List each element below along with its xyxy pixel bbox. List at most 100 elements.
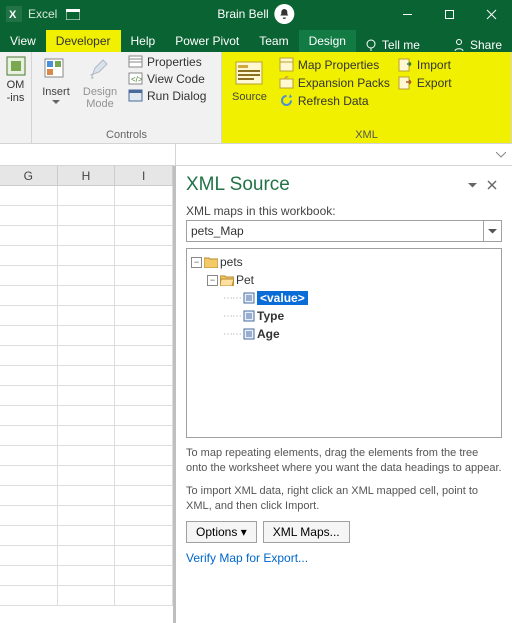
maximize-button[interactable] (428, 0, 470, 28)
tab-power-pivot[interactable]: Power Pivot (165, 30, 249, 52)
grid-row[interactable] (0, 566, 173, 586)
grid-row[interactable] (0, 426, 173, 446)
svg-text:X: X (9, 9, 17, 21)
collapse-icon[interactable]: − (191, 257, 202, 268)
titlebar: X Excel Brain Bell (0, 0, 512, 28)
ribbon-display-options-icon[interactable] (57, 9, 89, 20)
share-button[interactable]: Share (442, 38, 512, 52)
tab-view[interactable]: View (0, 30, 46, 52)
svg-text:</>: </> (131, 75, 143, 84)
grid-row[interactable] (0, 266, 173, 286)
maps-combobox[interactable]: pets_Map (186, 220, 502, 242)
element-icon (243, 310, 255, 322)
map-properties-button[interactable]: Map Properties (279, 57, 390, 72)
notification-bell-icon[interactable] (275, 4, 295, 24)
tell-me[interactable]: Tell me (364, 38, 420, 52)
properties-label: Properties (147, 55, 202, 69)
grid-row[interactable] (0, 226, 173, 246)
grid-row[interactable] (0, 346, 173, 366)
grid-row[interactable] (0, 486, 173, 506)
tree-connector: ⋯⋯ (223, 293, 241, 304)
grid-row[interactable] (0, 586, 173, 606)
grid-row[interactable] (0, 326, 173, 346)
collapse-icon[interactable]: − (207, 275, 218, 286)
maps-label: XML maps in this workbook: (186, 204, 502, 218)
design-mode-button[interactable]: Design Mode (76, 54, 124, 112)
formula-expand-icon[interactable] (494, 152, 508, 158)
refresh-data-label: Refresh Data (298, 94, 369, 108)
tree-node-value[interactable]: ⋯⋯ <value> (191, 289, 497, 307)
grid-row[interactable] (0, 206, 173, 226)
verify-map-link[interactable]: Verify Map for Export... (186, 551, 502, 565)
insert-label: Insert (42, 86, 70, 98)
view-code-label: View Code (147, 72, 205, 86)
view-code-button[interactable]: </> View Code (128, 71, 206, 86)
tree-node-age[interactable]: ⋯⋯ Age (191, 325, 497, 343)
source-icon (234, 59, 264, 89)
export-label: Export (417, 76, 452, 90)
view-code-icon: </> (128, 71, 143, 86)
xml-tree[interactable]: − pets − Pet ⋯⋯ <value> ⋯⋯ Type ⋯⋯ (186, 248, 502, 438)
properties-button[interactable]: Properties (128, 54, 206, 69)
element-icon (243, 292, 255, 304)
tree-node-type[interactable]: ⋯⋯ Type (191, 307, 497, 325)
minimize-button[interactable] (386, 0, 428, 28)
share-icon (452, 38, 466, 52)
grid-row[interactable] (0, 446, 173, 466)
import-button[interactable]: Import (398, 57, 452, 72)
map-properties-label: Map Properties (298, 58, 379, 72)
insert-icon (42, 56, 70, 84)
grid-row[interactable] (0, 386, 173, 406)
grid-row[interactable] (0, 286, 173, 306)
grid-row[interactable] (0, 466, 173, 486)
tree-label-value: <value> (257, 291, 308, 305)
grid-row[interactable] (0, 546, 173, 566)
pane-dropdown-icon[interactable] (462, 175, 482, 195)
grid-row[interactable] (0, 406, 173, 426)
export-icon (398, 75, 413, 90)
source-button[interactable]: Source (228, 57, 271, 108)
share-label: Share (470, 38, 502, 52)
xml-maps-button[interactable]: XML Maps... (263, 521, 350, 543)
properties-icon (128, 54, 143, 69)
grid-row[interactable] (0, 506, 173, 526)
ribbon-tabs: View Developer Help Power Pivot Team Des… (0, 28, 512, 52)
grid-row[interactable] (0, 526, 173, 546)
addins-icon[interactable] (4, 54, 28, 78)
formula-input[interactable] (176, 144, 512, 165)
import-label: Import (417, 58, 451, 72)
source-label: Source (232, 91, 267, 103)
name-box[interactable] (0, 144, 176, 165)
tree-node-pet[interactable]: − Pet (191, 271, 497, 289)
tab-developer[interactable]: Developer (46, 30, 121, 52)
tab-team[interactable]: Team (249, 30, 298, 52)
map-properties-icon (279, 57, 294, 72)
grid-row[interactable] (0, 366, 173, 386)
col-header-g[interactable]: G (0, 166, 58, 185)
worksheet-grid[interactable]: G H I (0, 166, 176, 623)
tree-node-pets[interactable]: − pets (191, 253, 497, 271)
insert-control-button[interactable]: Insert (38, 54, 74, 112)
tell-me-label: Tell me (382, 38, 420, 52)
com-addins-label-1: OM (7, 79, 25, 91)
grid-row[interactable] (0, 186, 173, 206)
col-header-i[interactable]: I (115, 166, 173, 185)
expansion-packs-label: Expansion Packs (298, 76, 390, 90)
run-dialog-button[interactable]: Run Dialog (128, 88, 206, 103)
expansion-packs-button[interactable]: Expansion Packs (279, 75, 390, 90)
pane-close-icon[interactable] (482, 175, 502, 195)
tab-help[interactable]: Help (121, 30, 166, 52)
tab-design[interactable]: Design (299, 30, 356, 52)
refresh-data-button[interactable]: Refresh Data (279, 93, 390, 108)
grid-row[interactable] (0, 306, 173, 326)
close-button[interactable] (470, 0, 512, 28)
design-mode-icon (86, 56, 114, 84)
export-button[interactable]: Export (398, 75, 452, 90)
options-button[interactable]: Options ▾ (186, 521, 257, 543)
grid-row[interactable] (0, 246, 173, 266)
col-header-h[interactable]: H (58, 166, 116, 185)
ribbon: OM -ins Insert Design Mode Properties </… (0, 52, 512, 144)
chevron-down-icon (52, 100, 60, 104)
xml-group-label: XML (228, 129, 505, 143)
options-label: Options (196, 525, 237, 539)
